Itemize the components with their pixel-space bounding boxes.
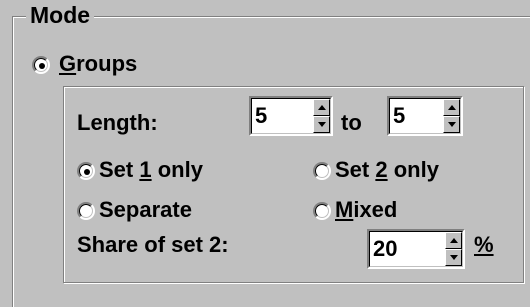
separate-label[interactable]: Separate bbox=[99, 197, 192, 223]
radio-dot-icon bbox=[84, 169, 90, 175]
share-of-set2-value[interactable]: 20 bbox=[373, 236, 397, 262]
length-to-up-button[interactable] bbox=[443, 99, 460, 116]
arrow-down-icon bbox=[318, 122, 326, 127]
radio-dot-icon bbox=[39, 63, 45, 69]
arrow-up-icon bbox=[448, 105, 456, 110]
share-down-button[interactable] bbox=[445, 249, 462, 266]
to-label: to bbox=[341, 110, 362, 135]
share-of-set2-label: Share of set 2: bbox=[77, 232, 229, 257]
set2-only-radio[interactable] bbox=[313, 162, 331, 180]
arrow-down-icon bbox=[450, 255, 458, 260]
length-to-value[interactable]: 5 bbox=[393, 103, 405, 129]
share-up-button[interactable] bbox=[445, 232, 462, 249]
mixed-label[interactable]: Mixed bbox=[335, 197, 397, 223]
length-from-value[interactable]: 5 bbox=[255, 103, 267, 129]
arrow-up-icon bbox=[450, 238, 458, 243]
set1-only-label[interactable]: Set 1 only bbox=[99, 157, 203, 183]
arrow-down-icon bbox=[448, 122, 456, 127]
length-from-spinbox[interactable]: 5 bbox=[249, 96, 333, 136]
groups-radio-label[interactable]: Groups bbox=[59, 51, 137, 77]
mixed-radio[interactable] bbox=[313, 202, 331, 220]
percent-label: % bbox=[474, 232, 494, 257]
set1-only-radio[interactable] bbox=[77, 162, 95, 180]
set2-only-label[interactable]: Set 2 only bbox=[335, 157, 439, 183]
share-of-set2-spinbox[interactable]: 20 bbox=[367, 229, 465, 269]
length-label: Length: bbox=[77, 110, 158, 135]
length-to-down-button[interactable] bbox=[443, 116, 460, 133]
arrow-up-icon bbox=[318, 105, 326, 110]
length-to-spinbox[interactable]: 5 bbox=[387, 96, 463, 136]
groups-radio[interactable] bbox=[32, 56, 50, 74]
length-from-down-button[interactable] bbox=[313, 116, 330, 133]
mode-groupbox-title: Mode bbox=[26, 2, 95, 28]
length-from-up-button[interactable] bbox=[313, 99, 330, 116]
separate-radio[interactable] bbox=[77, 202, 95, 220]
